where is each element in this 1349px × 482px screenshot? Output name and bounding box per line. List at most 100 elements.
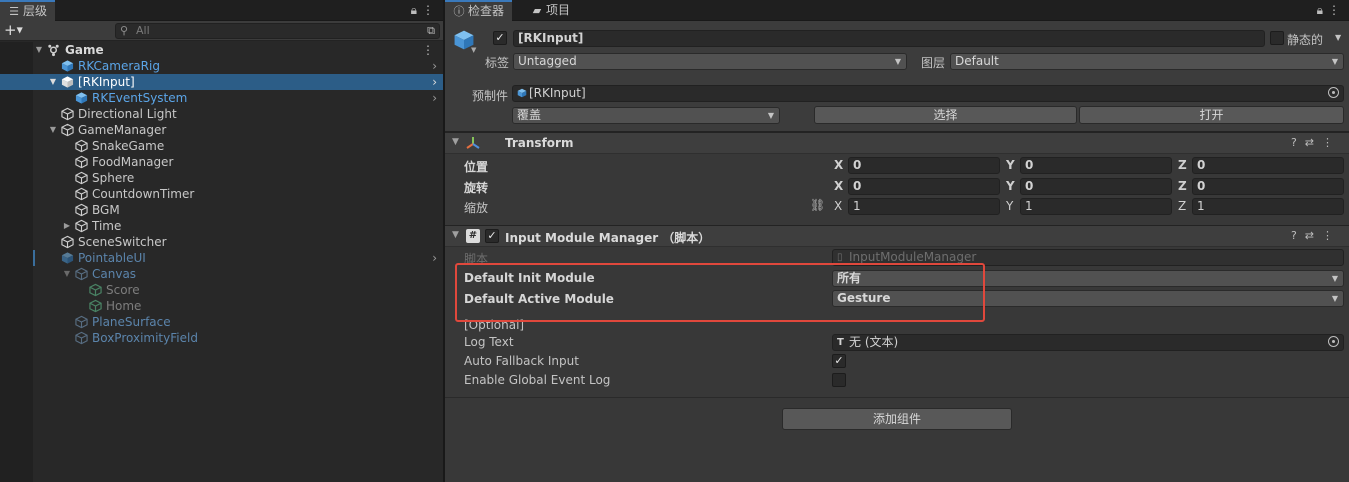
- expand-arrow-icon[interactable]: ▼: [48, 122, 58, 138]
- overrides-dropdown[interactable]: 覆盖 ▼: [512, 107, 780, 124]
- list-item[interactable]: ▶ Time: [0, 218, 443, 234]
- item-label: SnakeGame: [92, 139, 165, 153]
- auto-fallback-checkbox[interactable]: ✓: [832, 354, 846, 368]
- list-item[interactable]: Directional Light: [0, 106, 443, 122]
- component-enabled-toggle[interactable]: ✓: [485, 229, 499, 243]
- rotation-z-field[interactable]: 0: [1192, 178, 1344, 195]
- chevron-down-icon: ▼: [1331, 294, 1338, 303]
- item-label: BGM: [92, 203, 120, 217]
- tab-inspector[interactable]: ⓘ 检查器: [445, 0, 513, 21]
- list-item[interactable]: RKCameraRig ›: [0, 58, 443, 74]
- chevron-right-icon[interactable]: ›: [432, 58, 437, 74]
- foldout-arrow-icon[interactable]: ▼: [452, 230, 459, 240]
- constrain-proportions-icon[interactable]: ⛓: [810, 198, 825, 212]
- expand-arrow-icon[interactable]: ▼: [48, 74, 58, 90]
- hierarchy-search-input[interactable]: ⚲ All ⧉: [115, 23, 440, 39]
- transform-icon: [466, 137, 480, 149]
- lock-icon[interactable]: 🔒︎: [1317, 3, 1328, 17]
- more-menu-icon[interactable]: ⋮: [1328, 3, 1345, 17]
- hierarchy-tab-tools: 🔒︎⋮: [411, 3, 439, 18]
- expand-arrow-icon[interactable]: ▼: [34, 42, 44, 58]
- position-y-field[interactable]: 0: [1020, 157, 1172, 174]
- tab-project[interactable]: ▰ 项目: [523, 0, 578, 21]
- scale-y-field[interactable]: 1: [1020, 198, 1172, 215]
- axis-x-label: X: [834, 179, 844, 193]
- icon-dropdown-icon[interactable]: ▼: [471, 46, 476, 54]
- static-toggle[interactable]: [1270, 31, 1284, 45]
- list-item[interactable]: CountdownTimer: [0, 186, 443, 202]
- enable-global-event-log-checkbox[interactable]: [832, 373, 846, 387]
- chevron-down-icon: ▼: [1331, 274, 1338, 283]
- list-item[interactable]: PointableUI ›: [0, 250, 443, 266]
- axis-z-label: Z: [1178, 199, 1187, 213]
- chevron-right-icon[interactable]: ›: [432, 90, 437, 106]
- object-picker-icon[interactable]: [1328, 87, 1339, 98]
- list-item[interactable]: FoodManager: [0, 154, 443, 170]
- list-item[interactable]: PlaneSurface: [0, 314, 443, 330]
- open-button[interactable]: 打开: [1079, 106, 1344, 124]
- object-name-field[interactable]: [RKInput]: [513, 30, 1265, 47]
- chevron-right-icon[interactable]: ›: [432, 74, 437, 90]
- select-button[interactable]: 选择: [814, 106, 1077, 124]
- list-item[interactable]: Home: [0, 298, 443, 314]
- script-value: InputModuleManager: [849, 250, 977, 264]
- active-toggle[interactable]: ✓: [493, 31, 507, 45]
- item-label: SceneSwitcher: [78, 235, 167, 249]
- item-label: Score: [106, 283, 140, 297]
- object-picker-icon[interactable]: [1328, 336, 1339, 347]
- presets-icon[interactable]: ⇄: [1305, 229, 1322, 242]
- list-item[interactable]: BoxProximityField: [0, 330, 443, 346]
- axis-z-label: Z: [1178, 158, 1187, 172]
- position-x-field[interactable]: 0: [848, 157, 1000, 174]
- list-item[interactable]: BGM: [0, 202, 443, 218]
- help-icon[interactable]: ?: [1291, 136, 1305, 149]
- list-item[interactable]: ▼ GameManager: [0, 122, 443, 138]
- list-item[interactable]: Sphere: [0, 170, 443, 186]
- rotation-x-field[interactable]: 0: [848, 178, 1000, 195]
- scene-row-game[interactable]: ▼ Game ⋮: [0, 42, 443, 58]
- log-text-field[interactable]: T 无 (文本): [832, 334, 1344, 351]
- item-label: PointableUI: [78, 251, 146, 265]
- input-module-manager-header[interactable]: ▼ # ✓ Input Module Manager （脚本） ?⇄⋮: [445, 225, 1349, 247]
- list-item-selected[interactable]: ▼ [RKInput] ›: [0, 74, 443, 90]
- scale-z-field[interactable]: 1: [1192, 198, 1344, 215]
- help-icon[interactable]: ?: [1291, 229, 1305, 242]
- collapsed-arrow-icon[interactable]: ▶: [62, 218, 72, 234]
- tab-hierarchy[interactable]: ☰ 层级: [0, 0, 56, 21]
- divider: [445, 397, 1349, 398]
- position-z-field[interactable]: 0: [1192, 157, 1344, 174]
- layer-dropdown[interactable]: Default ▼: [950, 53, 1344, 70]
- presets-icon[interactable]: ⇄: [1305, 136, 1322, 149]
- list-item[interactable]: ▼ Canvas: [0, 266, 443, 282]
- scene-menu-icon[interactable]: ⋮: [422, 42, 434, 58]
- component-menu-icon[interactable]: ⋮: [1322, 229, 1341, 242]
- inspector-panel: ⓘ 检查器 ▰ 项目 🔒︎⋮ ▼ ✓ [RKInput] 静态的 ▼ 标签 Unta…: [445, 0, 1349, 482]
- gameobject-icon: [75, 203, 88, 217]
- hierarchy-toolbar: +▼ ⚲ All ⧉: [0, 21, 443, 41]
- transform-header[interactable]: ▼ Transform ?⇄⋮: [445, 132, 1349, 154]
- expand-arrow-icon[interactable]: ▼: [62, 266, 72, 282]
- search-placeholder: All: [136, 24, 150, 37]
- inspector-tabbar: ⓘ 检查器 ▰ 项目 🔒︎⋮: [445, 0, 1349, 21]
- prefab-asset-field[interactable]: [RKInput]: [512, 85, 1344, 102]
- list-item[interactable]: SnakeGame: [0, 138, 443, 154]
- layer-label: 图层: [921, 56, 946, 70]
- foldout-arrow-icon[interactable]: ▼: [452, 137, 459, 147]
- chevron-right-icon[interactable]: ›: [432, 250, 437, 266]
- add-component-button[interactable]: 添加组件: [782, 408, 1012, 430]
- tab-hierarchy-label: 层级: [23, 4, 48, 18]
- list-item[interactable]: SceneSwitcher: [0, 234, 443, 250]
- gameobject-icon: [75, 155, 88, 169]
- rotation-y-field[interactable]: 0: [1020, 178, 1172, 195]
- search-filter-icon[interactable]: ⧉: [427, 24, 435, 38]
- scale-x-field[interactable]: 1: [848, 198, 1000, 215]
- more-menu-icon[interactable]: ⋮: [422, 3, 439, 17]
- list-item[interactable]: Score: [0, 282, 443, 298]
- lock-icon[interactable]: 🔒︎: [411, 3, 422, 17]
- tag-dropdown[interactable]: Untagged ▼: [513, 53, 907, 70]
- component-menu-icon[interactable]: ⋮: [1322, 136, 1341, 149]
- static-dropdown-icon[interactable]: ▼: [1335, 33, 1341, 42]
- create-button[interactable]: +▼: [4, 21, 23, 40]
- hierarchy-panel: ☰ 层级 🔒︎⋮ +▼ ⚲ All ⧉ ▼ Game ⋮ RKCameraRig …: [0, 0, 443, 482]
- list-item[interactable]: RKEventSystem ›: [0, 90, 443, 106]
